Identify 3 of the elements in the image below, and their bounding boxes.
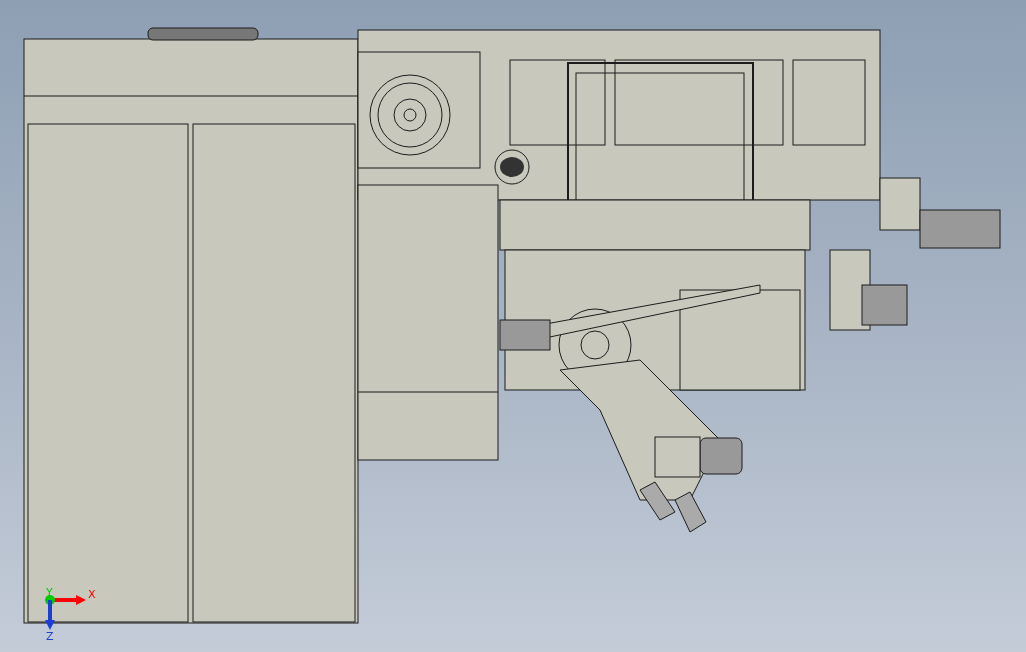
axis-label: Z [46, 630, 54, 643]
axis-label: X [88, 588, 96, 601]
axis-label: Y [46, 586, 53, 599]
